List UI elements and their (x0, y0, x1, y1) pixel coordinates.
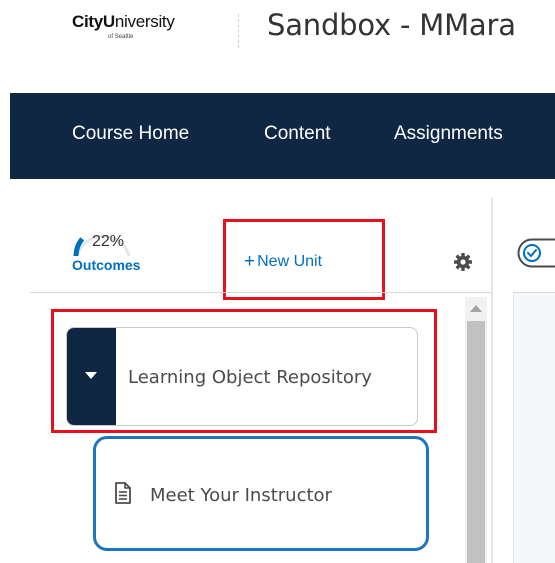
outcomes-link[interactable]: Outcomes (72, 257, 140, 273)
course-navbar: Course Home Content Assignments (10, 93, 555, 179)
topic-meet-your-instructor[interactable]: Meet Your Instructor (93, 436, 429, 551)
brand-bar: CityUniversity of Seattle Sandbox - MMar… (0, 0, 555, 92)
logo-subtitle: of Seattle (108, 34, 134, 40)
scrollbar-thumb[interactable] (467, 321, 485, 563)
logo-wordmark: CityUniversity (72, 12, 175, 31)
outcomes-progress[interactable]: 22% Outcomes (72, 224, 162, 276)
nav-assignments[interactable]: Assignments (394, 123, 503, 145)
document-icon (115, 482, 131, 504)
checkmark-circle-icon[interactable] (517, 238, 555, 268)
progress-percent: 22% (92, 233, 125, 250)
nav-content[interactable]: Content (264, 123, 331, 145)
city-university-logo[interactable]: CityUniversity of Seattle (72, 12, 212, 42)
nav-course-home[interactable]: Course Home (72, 123, 189, 145)
new-unit-highlight (223, 219, 385, 300)
unit-highlight (51, 309, 437, 433)
sidebar-divider (30, 292, 492, 293)
gear-icon[interactable] (453, 252, 473, 272)
main-divider (513, 292, 555, 293)
topic-title: Meet Your Instructor (150, 485, 332, 506)
scroll-up-arrow-icon[interactable] (470, 305, 482, 312)
course-title[interactable]: Sandbox - MMara (267, 8, 516, 42)
main-content-area (513, 293, 555, 563)
brand-divider (238, 14, 239, 48)
